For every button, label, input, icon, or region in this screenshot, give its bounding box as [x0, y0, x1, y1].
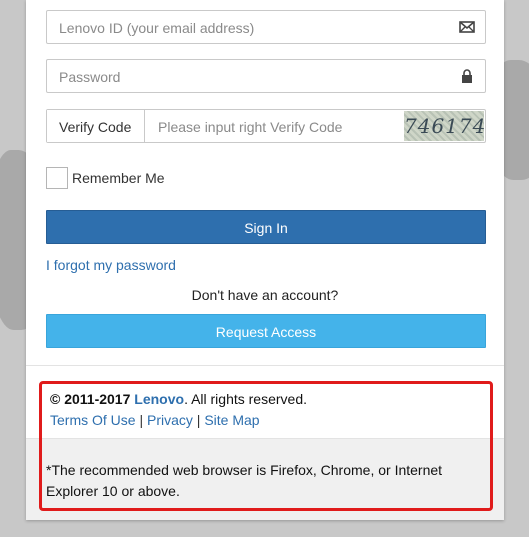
link-separator: |: [139, 412, 144, 428]
copyright-year: © 2011-2017: [50, 391, 131, 407]
verify-code-input[interactable]: Please input right Verify Code: [158, 119, 342, 135]
footer-notice-area: *The recommended web browser is Firefox,…: [26, 438, 504, 520]
link-separator: |: [196, 412, 201, 428]
sign-in-button[interactable]: Sign In: [46, 210, 486, 244]
verify-code-group: Verify Code Please input right Verify Co…: [46, 109, 486, 143]
password-placeholder: Password: [59, 69, 121, 85]
copyright-text: © 2011-2017 Lenovo. All rights reserved.: [50, 391, 307, 407]
forgot-password-link[interactable]: I forgot my password: [46, 257, 176, 273]
email-placeholder: Lenovo ID (your email address): [59, 20, 255, 36]
footer-copyright-area: © 2011-2017 Lenovo. All rights reserved.…: [26, 366, 504, 438]
envelope-icon: [459, 20, 475, 34]
privacy-link[interactable]: Privacy: [147, 412, 193, 428]
brand-link[interactable]: Lenovo: [134, 391, 184, 407]
terms-of-use-link[interactable]: Terms Of Use: [50, 412, 136, 428]
rights-text: . All rights reserved.: [184, 391, 307, 407]
no-account-text: Don't have an account?: [191, 287, 339, 303]
remember-me-label: Remember Me: [72, 170, 165, 186]
browser-notice: *The recommended web browser is Firefox,…: [46, 462, 443, 499]
email-field[interactable]: Lenovo ID (your email address): [46, 10, 486, 44]
verify-code-label: Verify Code: [47, 110, 145, 142]
lock-icon: [459, 69, 475, 83]
password-field[interactable]: Password: [46, 59, 486, 93]
remember-me-checkbox[interactable]: [46, 167, 68, 189]
request-access-button[interactable]: Request Access: [46, 314, 486, 348]
site-map-link[interactable]: Site Map: [204, 412, 259, 428]
login-card: Lenovo ID (your email address) Password …: [26, 0, 504, 520]
footer-links: Terms Of Use | Privacy | Site Map: [50, 412, 260, 428]
captcha-image[interactable]: 746174: [404, 111, 485, 141]
